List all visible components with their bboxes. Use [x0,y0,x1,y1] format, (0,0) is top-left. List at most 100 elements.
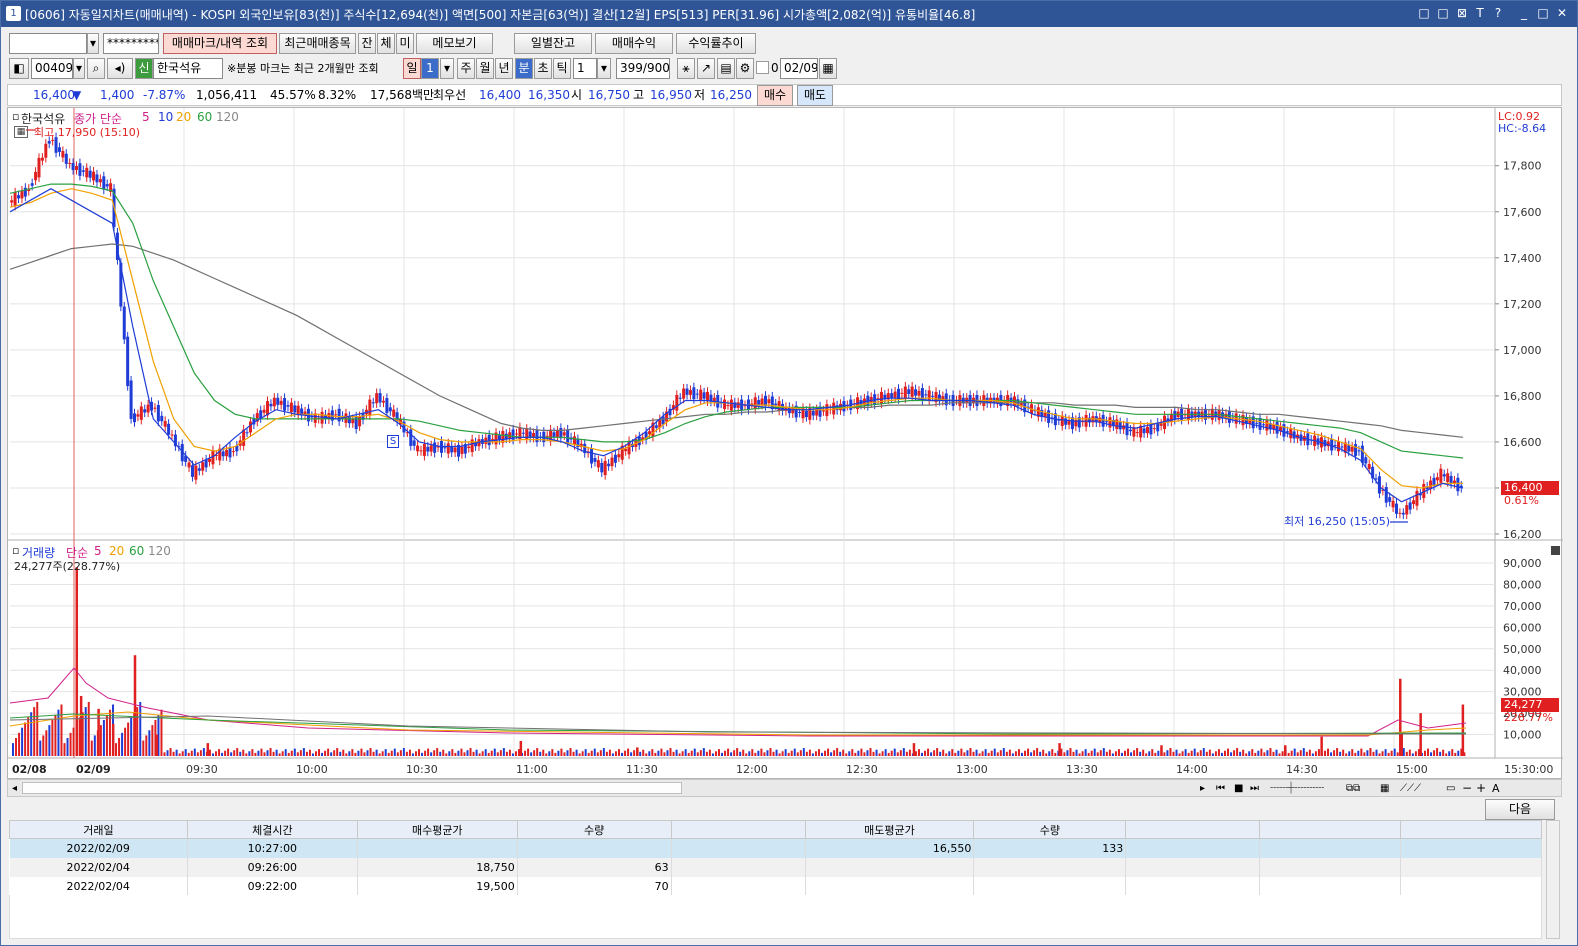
interval-field[interactable]: 1 [573,58,597,79]
minute-mark-notice: ※분봉 마크는 최근 2개월만 조회 [227,62,379,75]
memo-button[interactable]: 메모보기 [416,33,493,54]
trade-mark-query-button[interactable]: 매매마크/내역 조회 [163,33,277,54]
candle-body [225,449,229,457]
tab-week[interactable]: 주 [457,58,475,79]
col-empty4[interactable] [1400,820,1542,839]
trade-profit-button[interactable]: 매매수익 [595,33,673,54]
daily-balance-button[interactable]: 일별잔고 [514,33,592,54]
clone-icon[interactable]: □ [1435,5,1451,21]
table-icon[interactable]: ▦ [14,126,28,138]
tab-tick[interactable]: 틱 [553,58,571,79]
volume-bar [39,740,42,756]
tab-minute[interactable]: 분 [515,58,533,79]
col-empty1[interactable] [670,820,806,839]
password-field[interactable]: ********* [103,33,159,54]
col-date[interactable]: 거래일 [9,820,188,839]
volume-bar [436,748,439,756]
help-icon[interactable]: ? [1490,5,1506,21]
recent-trades-button[interactable]: 최근매매종목 [279,33,356,54]
cell-empty [1125,857,1261,877]
panel-icon[interactable]: ◧ [9,58,29,79]
stock-code-input[interactable]: 004090 [31,58,73,79]
volume-bar [287,752,290,756]
col-empty2[interactable] [1125,820,1261,839]
date-field[interactable]: 02/09 [780,58,818,79]
checkbox[interactable] [756,61,769,74]
tab-day[interactable]: 일 [403,58,421,79]
candle-body [688,390,692,395]
table-row[interactable]: 2022/02/09 10:27:00 16,550 133 [9,838,1542,858]
tab-year[interactable]: 년 [495,58,513,79]
table-row[interactable]: 2022/02/04 09:26:00 18,750 63 [9,857,1542,877]
stock-name-field[interactable]: 한국석유 [153,58,223,79]
window-number[interactable]: 1 [6,6,21,21]
col-sell-avg[interactable]: 매도평균가 [804,820,975,839]
scroll-right-icon[interactable]: ▸ [1200,778,1205,799]
candle-body [78,163,82,176]
close-button[interactable]: ✕ [1554,5,1570,21]
scroll-thumb[interactable] [22,782,682,794]
tab-second[interactable]: 초 [534,58,552,79]
account-select[interactable] [9,33,87,54]
buy-button[interactable]: 매수 [757,85,793,106]
layout-icon[interactable]: ▦ [1380,778,1389,799]
volume-bar [1351,749,1354,756]
sell-mark[interactable]: S [387,435,399,448]
speaker-icon[interactable]: ◂) [107,58,133,79]
chart-type-icon[interactable]: ⟋⟋⟋ [1400,778,1421,799]
day-count-field[interactable]: 1 [421,58,439,79]
col-time[interactable]: 체결시간 [186,820,358,839]
return-trend-button[interactable]: 수익률추이 [676,33,756,54]
col-buy-qty[interactable]: 수량 [516,820,672,839]
account-dropdown-icon[interactable]: ▾ [87,33,99,54]
zoom-slider[interactable]: ╌╌╌┼╌╌╌╌╌ [1270,778,1324,799]
auto-scale-icon[interactable]: A [1492,778,1500,799]
pin-icon[interactable]: ⊠ [1454,5,1470,21]
search-icon[interactable]: ⌕ [87,58,105,79]
rewind-icon[interactable]: ⏮ [1216,778,1225,799]
volume-bar [639,751,642,756]
ruler-icon[interactable]: ▭ [1446,778,1455,799]
chart-scrollbar[interactable]: ◂ ▸ ⏮ ■ ⏭ ╌╌╌┼╌╌╌╌╌ ⧉⧉ ▦ ⟋⟋⟋ ▭ − + A [7,779,1562,797]
stop-icon[interactable]: ■ [1234,778,1243,799]
col-empty3[interactable] [1259,820,1402,839]
maximize-button[interactable]: □ [1535,5,1551,21]
volume-panel-collapse-icon[interactable]: ▫ [12,544,19,557]
col-buy-avg[interactable]: 매수평균가 [356,820,518,839]
next-button[interactable]: 다음 [1485,799,1555,820]
link-icon[interactable]: □ [1416,5,1432,21]
executed-button[interactable]: 체 [377,33,395,54]
table-scrollbar[interactable] [1546,820,1560,939]
col-sell-qty[interactable]: 수량 [973,820,1127,839]
minimize-button[interactable]: _ [1516,5,1532,21]
candle-body [552,432,556,438]
candle-body [51,139,55,141]
volume-bar [796,752,799,756]
balance-button[interactable]: 잔 [358,33,376,54]
count-field[interactable]: 399/900 [616,58,670,79]
save-icon[interactable]: ▤ [717,58,735,79]
copy-icon[interactable]: ⧉⧉ [1346,778,1360,799]
table-row[interactable]: 2022/02/04 09:22:00 19,500 70 [9,876,1542,896]
scroll-left-icon[interactable]: ◂ [12,778,17,799]
sell-button[interactable]: 매도 [797,85,833,106]
volume-bar [1117,749,1120,756]
font-icon[interactable]: T [1472,5,1488,21]
chart-area[interactable]: 17,800 17,600 17,400 17,200 17,000 16,800 16,6… [7,107,1563,779]
zoom-in-icon[interactable]: + [1476,778,1486,799]
gear-icon[interactable]: ⚙ [736,58,754,79]
volume-bar [36,701,39,756]
tab-month[interactable]: 월 [476,58,494,79]
calendar-icon[interactable]: ▦ [819,58,837,79]
price-panel-collapse-icon[interactable]: ▫ [12,110,19,123]
line-tool-icon[interactable]: ↗ [697,58,715,79]
code-dropdown-icon[interactable]: ▾ [73,58,85,79]
zoom-out-icon[interactable]: − [1462,778,1472,799]
volume-bar [381,751,384,756]
candle-settings-icon[interactable]: ⚹ [677,58,695,79]
interval-dropdown-icon[interactable]: ▾ [597,58,611,79]
unexecuted-button[interactable]: 미 [396,33,414,54]
day-dropdown-icon[interactable]: ▾ [440,58,454,79]
fast-forward-icon[interactable]: ⏭ [1250,778,1259,799]
candle-body [139,406,143,420]
